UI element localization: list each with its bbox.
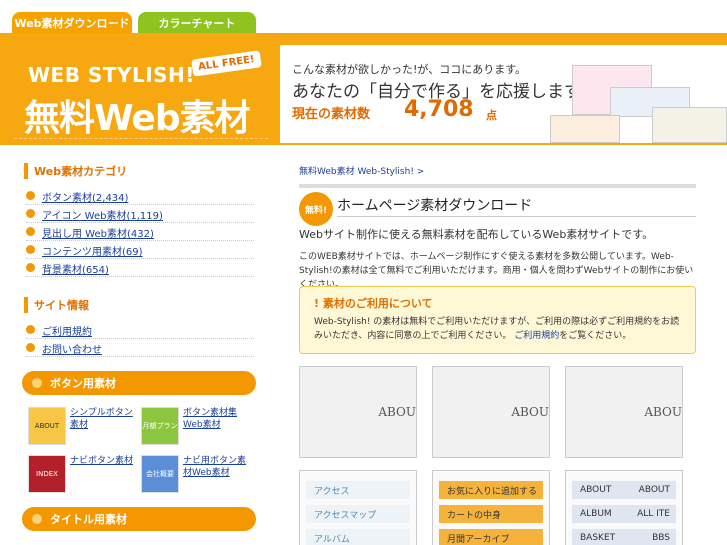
page-title: ホームページ素材ダウンロード: [337, 198, 533, 214]
divider: [299, 184, 696, 188]
banner-count-unit: 点: [486, 109, 497, 122]
intro-text: Webサイト制作に使える無料素材を配布しているWeb素材サイトです。: [299, 228, 654, 241]
banner-count-label: 現在の素材数: [292, 107, 371, 122]
nav-sample: ABOUT ABOUT: [572, 481, 676, 499]
logo-text: WEB STYLISH!: [28, 63, 195, 87]
sample-thumbnail[interactable]: ABOUT ABOUT ALBUM ALL ITE BASKET BBS: [565, 470, 683, 545]
material-thumbnail[interactable]: ABOUT: [28, 407, 66, 445]
sidebar-section-info: サイト情報: [24, 297, 268, 313]
terms-link[interactable]: ご利用規約: [514, 331, 559, 341]
nav-sample-label: ABOUT: [580, 485, 612, 495]
list-item: お問い合わせ: [26, 339, 254, 357]
nav-sample-label: BBS: [652, 533, 670, 543]
nav-sample: カートの中身: [439, 505, 543, 523]
header: WEB STYLISH! ALL FREE! 無料Web素材 こんな素材が欲しか…: [0, 33, 727, 145]
info-list: ご利用規約 お問い合わせ: [26, 321, 254, 357]
title-materials-header[interactable]: タイトル用素材: [22, 507, 256, 531]
sample-grid: ABOU ABOU ABOU アクセス アクセスマップ アルバム お気に入りに追…: [299, 366, 696, 545]
list-item: コンテンツ用素材(69): [26, 241, 254, 259]
sample-thumbnail[interactable]: アクセス アクセスマップ アルバム: [299, 470, 417, 545]
free-badge: 無料!: [299, 192, 333, 226]
sample-label: ABOU: [644, 405, 682, 419]
nav-sample: ALBUM ALL ITE: [572, 505, 676, 523]
tab-bar: Web素材ダウンロード カラーチャート: [0, 0, 727, 34]
category-list: ボタン素材(2,434) アイコン Web素材(1,119) 見出し用 Web素…: [26, 187, 254, 277]
sample-thumbnail[interactable]: ABOU: [565, 366, 683, 458]
nav-sample-label: ALL ITE: [637, 509, 670, 519]
material-link[interactable]: ナビ用ボタン素材Web素材: [183, 455, 249, 493]
site-logo[interactable]: WEB STYLISH! ALL FREE! 無料Web素材: [14, 41, 268, 139]
nav-sample: 月間アーカイブ: [439, 529, 543, 545]
material-link[interactable]: シンプルボタン素材: [70, 407, 136, 445]
hero-banner: こんな素材が欲しかった!が、ココにあります。 あなたの「自分で作る」を応援します…: [280, 45, 727, 143]
material-item: 会社概要 ナビ用ボタン素材Web素材: [141, 455, 254, 493]
category-link[interactable]: 背景素材(654): [42, 265, 109, 276]
nav-sample: BASKET BBS: [572, 529, 676, 545]
button-materials-grid: ABOUT シンプルボタン素材 月額プラン ボタン素材集Web素材 INDEX …: [28, 407, 254, 493]
sample-thumbnail[interactable]: お気に入りに追加する カートの中身 月間アーカイブ: [432, 470, 550, 545]
sample-card: [652, 107, 727, 143]
notice-tail: をご覧ください。: [559, 331, 632, 341]
nav-sample-label: BASKET: [580, 533, 616, 543]
category-link[interactable]: 見出し用 Web素材(432): [42, 229, 154, 240]
info-link[interactable]: ご利用規約: [42, 327, 92, 338]
material-link[interactable]: ナビボタン素材: [70, 455, 136, 493]
usage-notice: ! 素材のご利用について Web-Stylish! の素材は無料でご利用いただけ…: [299, 286, 696, 354]
all-free-badge: ALL FREE!: [191, 50, 262, 77]
tab-color-chart[interactable]: カラーチャート: [138, 12, 256, 34]
material-thumbnail[interactable]: 会社概要: [141, 455, 179, 493]
list-item: 背景素材(654): [26, 259, 254, 277]
category-link[interactable]: ボタン素材(2,434): [42, 193, 128, 204]
material-thumbnail[interactable]: INDEX: [28, 455, 66, 493]
nav-sample: アクセス: [306, 481, 410, 499]
nav-sample-label: ABOUT: [638, 485, 670, 495]
nav-sample-label: ALBUM: [580, 509, 612, 519]
divider: [337, 216, 696, 217]
sidebar-section-category: Web素材カテゴリ: [24, 163, 268, 179]
category-link[interactable]: コンテンツ用素材(69): [42, 247, 143, 258]
logo-title: 無料Web素材: [24, 98, 251, 139]
material-item: INDEX ナビボタン素材: [28, 455, 141, 493]
banner-line1: こんな素材が欲しかった!が、ココにあります。: [292, 63, 527, 76]
nav-sample: アクセスマップ: [306, 505, 410, 523]
material-link[interactable]: ボタン素材集Web素材: [183, 407, 249, 445]
breadcrumb[interactable]: 無料Web素材 Web-Stylish! >: [299, 164, 424, 177]
tab-web-download[interactable]: Web素材ダウンロード: [12, 12, 132, 34]
category-link[interactable]: アイコン Web素材(1,119): [42, 211, 163, 222]
notice-title-text: 素材のご利用について: [322, 297, 433, 310]
material-item: 月額プラン ボタン素材集Web素材: [141, 407, 254, 445]
list-item: ご利用規約: [26, 321, 254, 339]
info-link[interactable]: お問い合わせ: [42, 345, 102, 356]
sample-card: [550, 115, 620, 143]
list-item: ボタン素材(2,434): [26, 187, 254, 205]
list-item: アイコン Web素材(1,119): [26, 205, 254, 223]
sidebar: Web素材カテゴリ ボタン素材(2,434) アイコン Web素材(1,119)…: [10, 150, 268, 545]
banner-count: 4,708: [404, 97, 474, 122]
material-thumbnail[interactable]: 月額プラン: [141, 407, 179, 445]
nav-sample: アルバム: [306, 529, 410, 545]
main-content: 無料Web素材 Web-Stylish! > 無料! ホームページ素材ダウンロー…: [279, 150, 716, 545]
list-item: 見出し用 Web素材(432): [26, 223, 254, 241]
notice-text: Web-Stylish! の素材は無料でご利用いただけますが、ご利用の際は必ずご…: [314, 315, 681, 343]
sample-thumbnail[interactable]: ABOU: [432, 366, 550, 458]
material-item: ABOUT シンプルボタン素材: [28, 407, 141, 445]
sample-label: ABOU: [378, 405, 416, 419]
sample-label: ABOU: [511, 405, 549, 419]
sample-thumbnail[interactable]: ABOU: [299, 366, 417, 458]
nav-sample: お気に入りに追加する: [439, 481, 543, 499]
notice-title: ! 素材のご利用について: [314, 297, 433, 310]
button-materials-header[interactable]: ボタン用素材: [22, 371, 256, 395]
